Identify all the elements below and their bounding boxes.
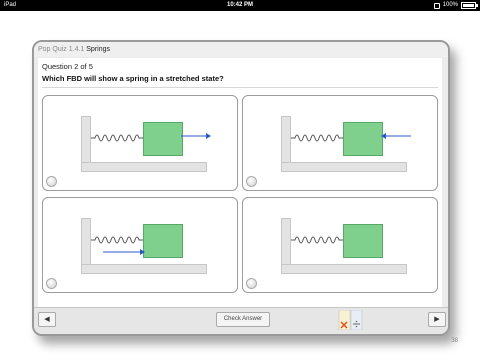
arrow-left-icon: ◀: [44, 316, 50, 323]
answer-option-3[interactable]: [42, 197, 238, 293]
clock: 10:42 PM: [226, 2, 253, 8]
force-arrow-right-icon: [181, 133, 211, 139]
floor: [81, 264, 207, 274]
mass-block: [143, 224, 183, 258]
mass-block: [343, 122, 383, 156]
answer-option-1[interactable]: [42, 95, 238, 191]
spring-icon: [291, 134, 343, 142]
page-number: 38: [451, 338, 458, 344]
floor: [281, 264, 407, 274]
force-arrow-right-icon: [103, 249, 145, 255]
spring-icon: [91, 236, 143, 244]
battery-icon: [461, 2, 478, 9]
quiz-title: Springs: [86, 46, 110, 53]
bottom-toolbar: ◀ Check Answer ▶: [34, 307, 448, 334]
fbd-diagram-3: [81, 218, 207, 274]
force-arrow-left-icon: [381, 133, 411, 139]
status-bar: iPad 10:42 PM 100%: [0, 0, 480, 11]
next-button[interactable]: ▶: [428, 312, 446, 327]
answer-option-2[interactable]: [242, 95, 438, 191]
radio-button-1[interactable]: [46, 176, 57, 187]
quiz-card: Pop Quiz 1.4.1 Springs Question 2 of 5 W…: [32, 40, 450, 336]
radio-button-3[interactable]: [46, 278, 57, 289]
fbd-diagram-4: [281, 218, 407, 274]
check-answer-button[interactable]: Check Answer: [216, 312, 270, 327]
battery-percent: 100%: [442, 2, 458, 8]
radio-button-2[interactable]: [246, 176, 257, 187]
arrow-right-icon: ▶: [434, 316, 440, 323]
quiz-section-label: Pop Quiz 1.4.1: [38, 46, 85, 53]
quiz-header: Pop Quiz 1.4.1 Springs: [34, 42, 448, 57]
floor: [81, 162, 207, 172]
status-icons: 100%: [433, 0, 478, 11]
fbd-diagram-2: [281, 116, 411, 172]
question-counter: Question 2 of 5: [42, 62, 93, 71]
lock-icon: [433, 2, 440, 9]
answer-option-4[interactable]: [242, 197, 438, 293]
calculator-icon[interactable]: [338, 310, 364, 330]
previous-button[interactable]: ◀: [38, 312, 56, 327]
mass-block: [143, 122, 183, 156]
fbd-diagram-1: [81, 116, 211, 172]
radio-button-4[interactable]: [246, 278, 257, 289]
spring-icon: [291, 236, 343, 244]
question-text: Which FBD will show a spring in a stretc…: [42, 74, 224, 83]
divider: [42, 87, 438, 88]
spring-icon: [91, 134, 143, 142]
floor: [281, 162, 407, 172]
question-panel: Question 2 of 5 Which FBD will show a sp…: [38, 58, 442, 307]
mass-block: [343, 224, 383, 258]
